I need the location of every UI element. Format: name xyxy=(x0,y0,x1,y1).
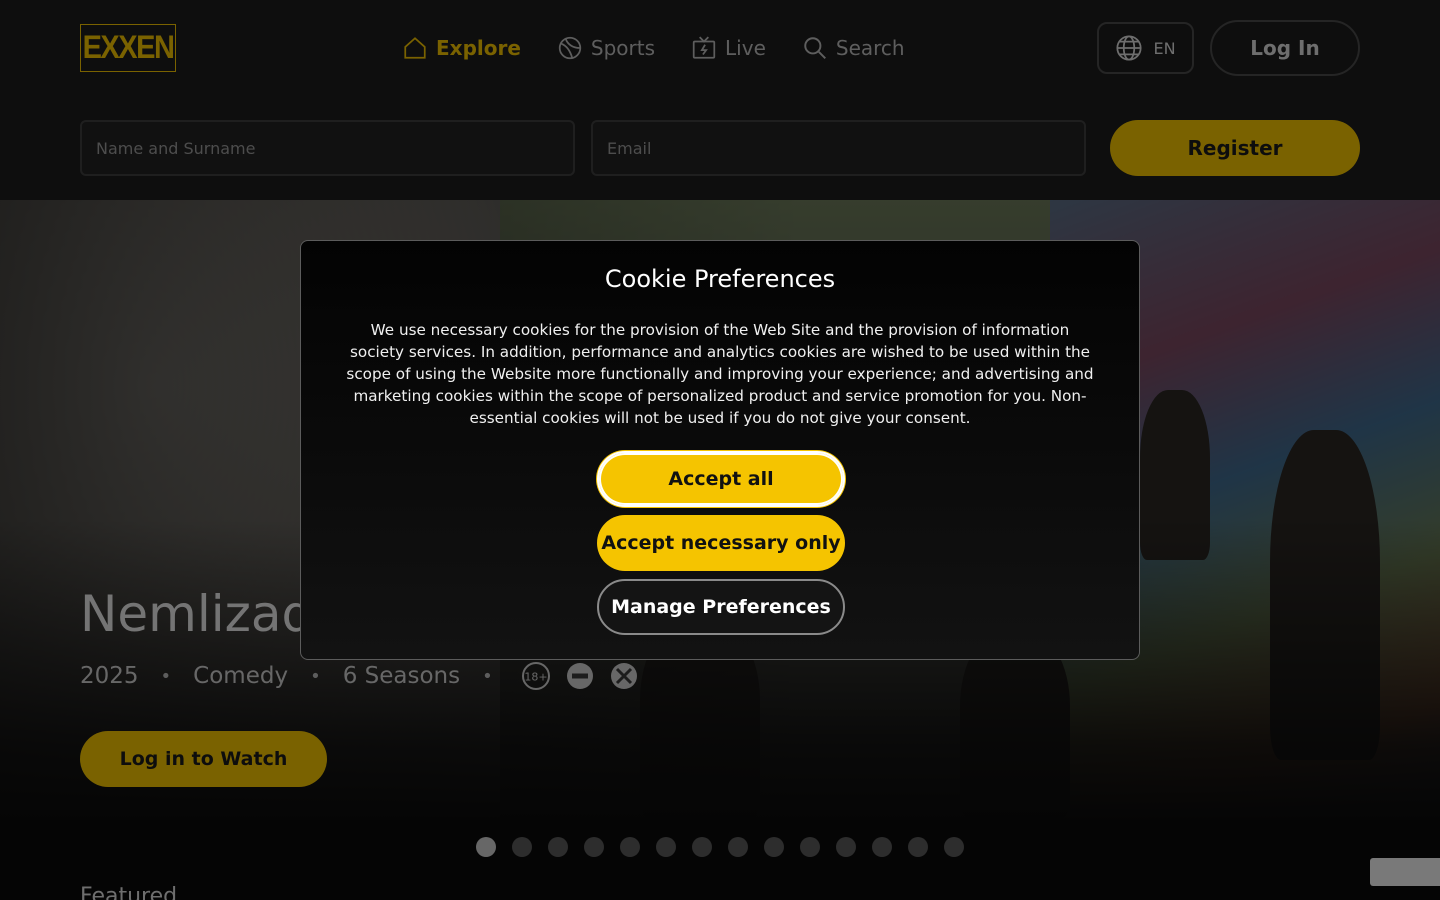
accept-necessary-button[interactable]: Accept necessary only xyxy=(597,515,845,571)
cookie-preferences-dialog: Cookie Preferences We use necessary cook… xyxy=(300,240,1140,660)
accept-all-button[interactable]: Accept all xyxy=(597,451,845,507)
cookie-dialog-body: We use necessary cookies for the provisi… xyxy=(346,321,1094,427)
manage-preferences-button[interactable]: Manage Preferences xyxy=(597,579,845,635)
cookie-dialog-title: Cookie Preferences xyxy=(604,265,836,293)
